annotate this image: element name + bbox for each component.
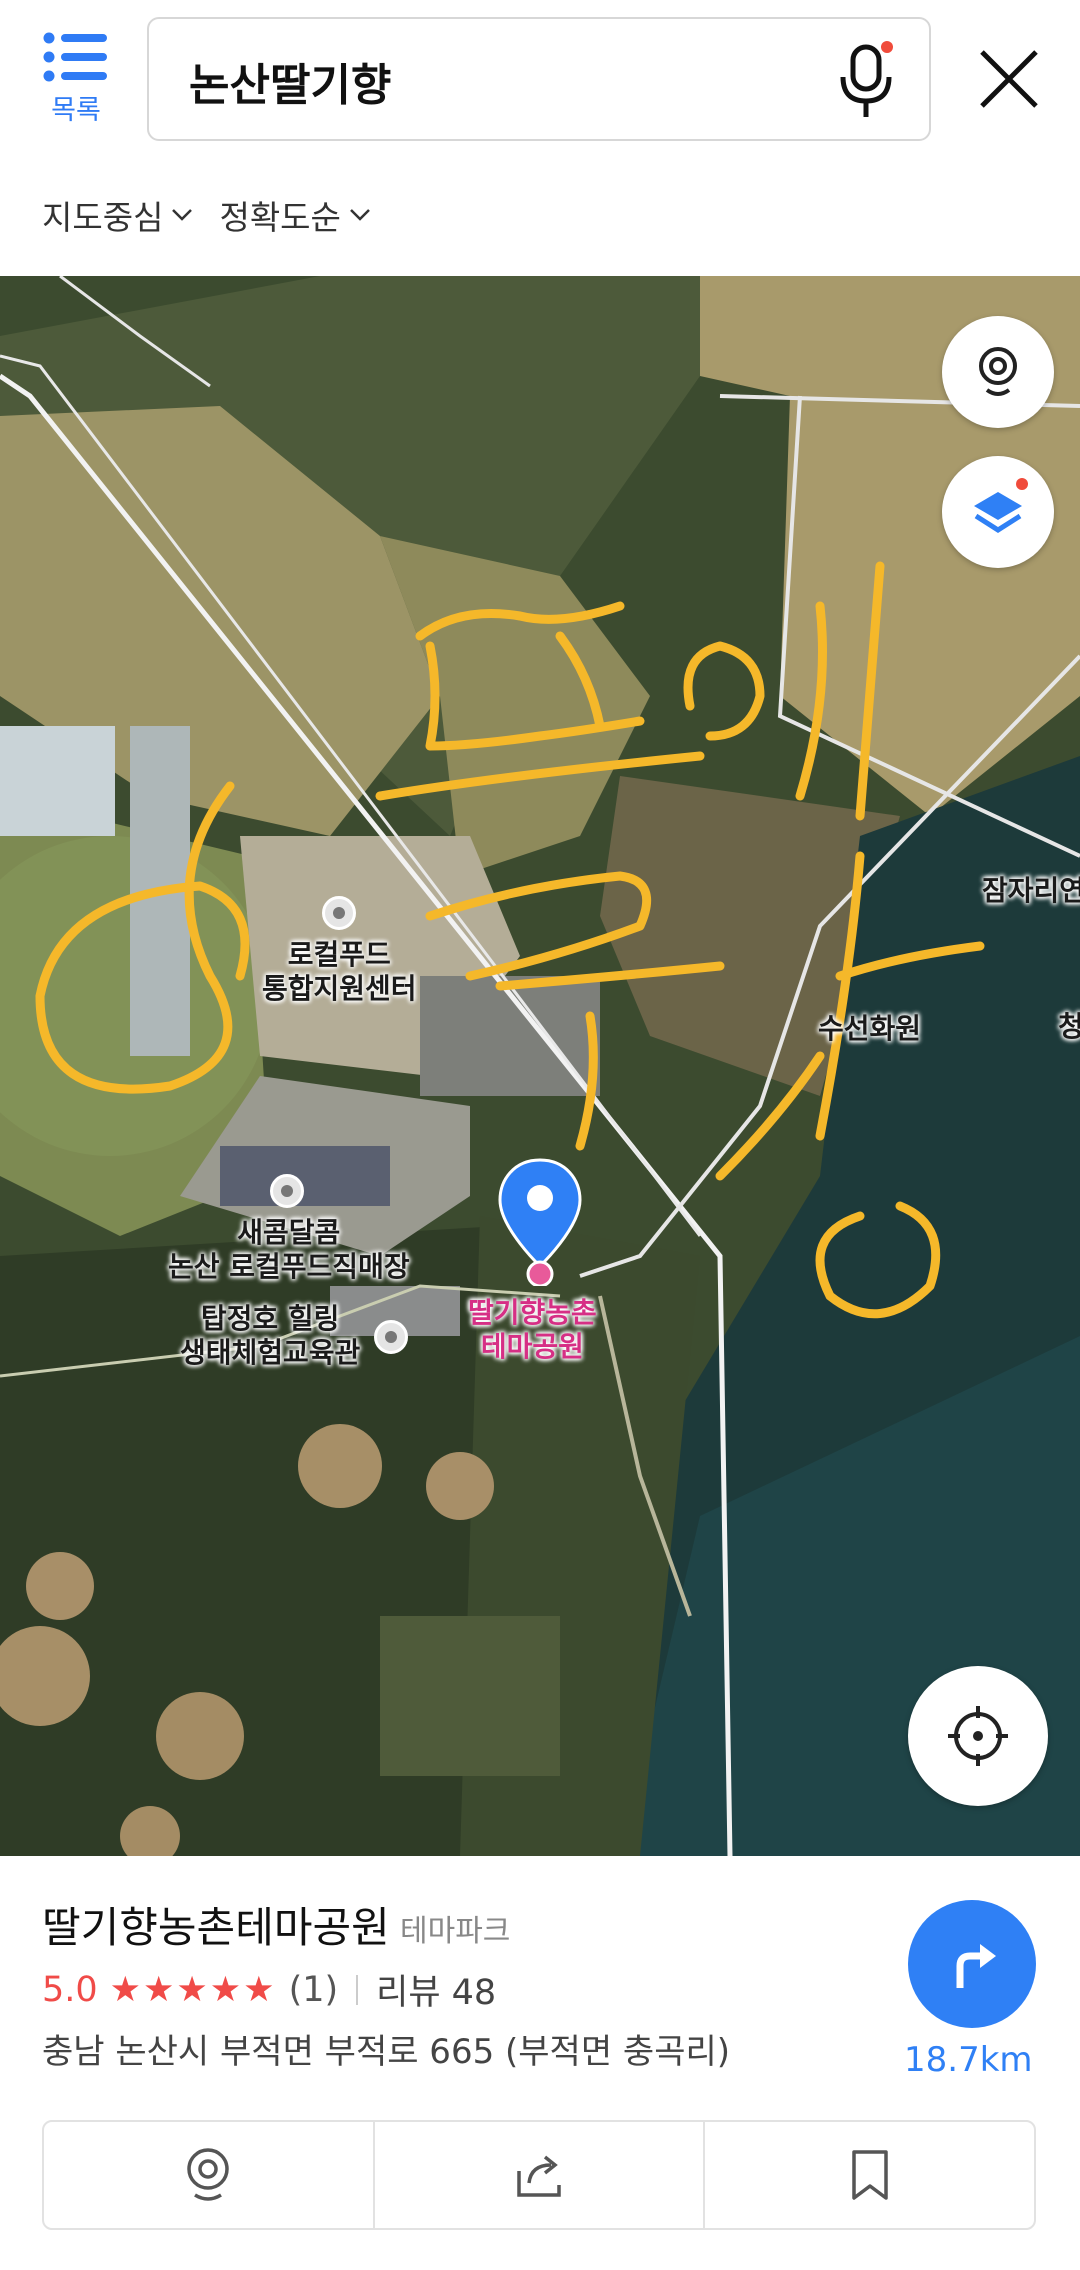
layers-notification-dot xyxy=(1016,478,1028,490)
layers-button[interactable] xyxy=(942,456,1054,568)
street-view-action-button[interactable] xyxy=(44,2122,373,2228)
list-button[interactable]: 목록 xyxy=(30,32,122,144)
map-label-cheong[interactable]: 청 xyxy=(1058,1010,1080,1044)
place-address: 충남 논산시 부적면 부적로 665 (부적면 충곡리) xyxy=(42,2032,731,2072)
selected-place-pin-icon[interactable] xyxy=(494,1156,586,1286)
street-view-icon xyxy=(979,347,1017,396)
distance-label: 18.7km xyxy=(904,2040,1033,2080)
map-label-selected-place[interactable]: 딸기향농촌 테마공원 xyxy=(468,1296,597,1364)
filter-accuracy[interactable]: 정확도순 xyxy=(219,190,370,240)
poi-saekom-dot[interactable] xyxy=(270,1174,304,1208)
list-label: 목록 xyxy=(51,95,101,126)
satellite-imagery xyxy=(0,276,1080,1856)
review-count[interactable]: 리뷰 48 xyxy=(376,1964,496,2015)
divider xyxy=(356,1974,359,2005)
action-bar xyxy=(42,2120,1036,2230)
top-bar: 목록 논산딸기향 지도중심 정확도순 xyxy=(0,0,1080,276)
filter-label: 정확도순 xyxy=(219,198,341,237)
bookmark-button[interactable] xyxy=(703,2122,1034,2228)
layers-icon xyxy=(974,492,1022,533)
chevron-down-icon xyxy=(172,209,193,221)
close-icon[interactable] xyxy=(974,44,1044,114)
rating-stars-icon: ★★★★★ xyxy=(109,1969,277,2010)
filter-bar: 지도중심 정확도순 xyxy=(42,190,371,240)
list-icon xyxy=(43,32,107,82)
poi-tapjeongho-dot[interactable] xyxy=(374,1320,408,1354)
place-name[interactable]: 딸기향농촌테마공원 xyxy=(42,1894,390,1955)
place-info-panel[interactable]: 딸기향농촌테마공원 테마파크 5.0 ★★★★★ (1) 리뷰 48 충남 논산… xyxy=(0,1856,1080,2270)
current-location-icon xyxy=(948,1706,1008,1766)
pin-icon xyxy=(187,2148,230,2201)
map-label-saekom[interactable]: 새콤달콤 논산 로컬푸드직매장 xyxy=(168,1216,410,1284)
map-label-susun[interactable]: 수선화원 xyxy=(818,1012,921,1046)
filter-label: 지도중심 xyxy=(42,198,164,237)
directions-icon xyxy=(956,1944,996,1988)
rating-value: 5.0 xyxy=(42,1969,98,2010)
directions-button[interactable] xyxy=(908,1900,1036,2028)
map-label-jamjari[interactable]: 잠자리연 xyxy=(982,874,1080,908)
chevron-down-icon xyxy=(350,209,370,221)
bookmark-icon xyxy=(851,2150,888,2200)
search-query: 논산딸기향 xyxy=(189,60,392,111)
share-icon xyxy=(517,2155,561,2197)
poi-local-food-center-dot[interactable] xyxy=(322,896,356,930)
share-button[interactable] xyxy=(372,2122,704,2228)
map-label-tapjeongho[interactable]: 탑정호 힐링 생태체험교육관 xyxy=(180,1302,360,1370)
street-view-button[interactable] xyxy=(942,316,1054,428)
search-input[interactable]: 논산딸기향 xyxy=(147,17,931,141)
rating-count: (1) xyxy=(288,1969,339,2010)
map-label-local-food-center[interactable]: 로컬푸드 통합지원센터 xyxy=(262,938,417,1006)
current-location-button[interactable] xyxy=(908,1666,1048,1806)
place-category: 테마파크 xyxy=(400,1914,511,1949)
mic-icon[interactable] xyxy=(835,41,897,121)
filter-map-center[interactable]: 지도중심 xyxy=(42,190,193,240)
rating-row: 5.0 ★★★★★ (1) 리뷰 48 xyxy=(42,1964,496,2015)
map-view[interactable]: 로컬푸드 통합지원센터 새콤달콤 논산 로컬푸드직매장 탑정호 힐링 생태체험교… xyxy=(0,276,1080,1856)
